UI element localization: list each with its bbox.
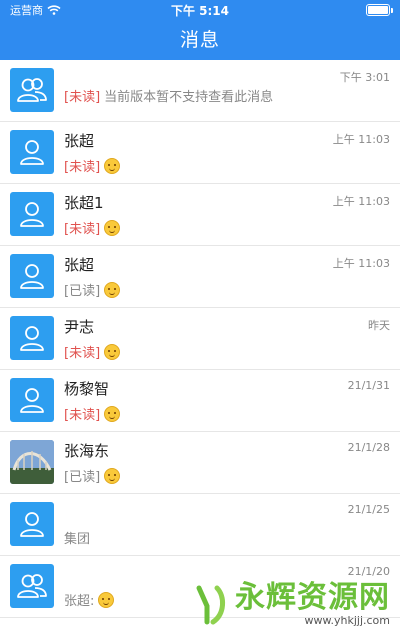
message-time: 21/1/28	[347, 441, 390, 454]
smile-emoji-icon	[104, 157, 121, 174]
message-time: 21/1/20	[347, 565, 390, 578]
conversation-row[interactable]: 张超 上午 11:03 [已读]	[0, 246, 400, 308]
message-time: 昨天	[368, 319, 390, 332]
unread-badge: [未读]	[64, 160, 101, 175]
wifi-icon	[47, 5, 61, 15]
message-time: 上午 11:03	[332, 133, 390, 146]
unread-badge: [未读]	[64, 90, 101, 105]
contact-name: 尹志	[64, 318, 95, 336]
conversation-row[interactable]: 下午 3:01 [未读] 当前版本暂不支持查看此消息	[0, 60, 400, 122]
smile-emoji-icon	[98, 591, 115, 608]
watermark-logo-icon	[196, 585, 225, 624]
message-preview: [已读]	[64, 280, 121, 299]
watermark-url: www.yhkjjj.com	[304, 614, 391, 627]
status-bar: 运营商 下午 5:14	[0, 0, 400, 20]
group-avatar-icon	[10, 564, 54, 608]
preview-text: 当前版本暂不支持查看此消息	[104, 90, 274, 105]
contact-name: 张超1	[64, 194, 104, 212]
page-title: 消息	[179, 29, 220, 51]
unread-badge: [未读]	[64, 222, 101, 237]
message-preview: 集团	[64, 528, 90, 547]
watermark-text: 永辉资源网	[235, 580, 390, 615]
message-preview: [未读]	[64, 218, 121, 237]
unread-badge: [未读]	[64, 408, 101, 423]
conversation-row[interactable]: 尹志 昨天 [未读]	[0, 308, 400, 370]
person-avatar-icon	[10, 378, 54, 422]
conversation-row[interactable]: 杨黎智 21/1/31 [未读]	[0, 370, 400, 432]
status-time: 下午 5:14	[170, 3, 230, 18]
smile-emoji-icon	[104, 405, 121, 422]
person-avatar-icon	[10, 502, 54, 546]
watermark: 永辉资源网 www.yhkjjj.com	[195, 582, 390, 627]
conversation-row[interactable]: 张海东 21/1/28 [已读]	[0, 432, 400, 494]
battery-icon	[366, 4, 393, 16]
preview-text: 集团	[64, 532, 91, 547]
message-preview: [未读]	[64, 342, 121, 361]
smile-emoji-icon	[104, 281, 121, 298]
smile-emoji-icon	[104, 219, 121, 236]
message-list: 下午 3:01 [未读] 当前版本暂不支持查看此消息 张超 上午 11:03 [未读] 张超…	[0, 60, 400, 618]
message-time: 下午 3:01	[339, 71, 390, 84]
message-preview: 张超:	[64, 590, 115, 609]
person-avatar-icon	[10, 254, 54, 298]
message-time: 21/1/25	[347, 503, 390, 516]
message-time: 21/1/31	[347, 379, 390, 392]
conversation-row[interactable]: 21/1/25 集团	[0, 494, 400, 556]
message-time: 上午 11:03	[332, 257, 390, 270]
photo-avatar	[10, 440, 54, 484]
person-avatar-icon	[10, 192, 54, 236]
top-bar: 运营商 下午 5:14 消息	[0, 0, 400, 60]
read-badge: [已读]	[64, 284, 101, 299]
conversation-row[interactable]: 张超1 上午 11:03 [未读]	[0, 184, 400, 246]
person-avatar-icon	[10, 316, 54, 360]
message-preview: [未读] 当前版本暂不支持查看此消息	[64, 86, 273, 105]
message-preview: [未读]	[64, 404, 121, 423]
carrier-label: 运营商	[10, 4, 43, 17]
preview-text: 张超:	[64, 594, 95, 609]
read-badge: [已读]	[64, 470, 101, 485]
message-time: 上午 11:03	[332, 195, 390, 208]
message-preview: [未读]	[64, 156, 121, 175]
group-avatar-icon	[10, 68, 54, 112]
person-avatar-icon	[10, 130, 54, 174]
contact-name: 张超	[64, 132, 95, 150]
conversation-row[interactable]: 张超 上午 11:03 [未读]	[0, 122, 400, 184]
contact-name: 张超	[64, 256, 95, 274]
message-preview: [已读]	[64, 466, 121, 485]
contact-name: 杨黎智	[64, 380, 110, 398]
unread-badge: [未读]	[64, 346, 101, 361]
smile-emoji-icon	[104, 467, 121, 484]
contact-name: 张海东	[64, 442, 110, 460]
smile-emoji-icon	[104, 343, 121, 360]
